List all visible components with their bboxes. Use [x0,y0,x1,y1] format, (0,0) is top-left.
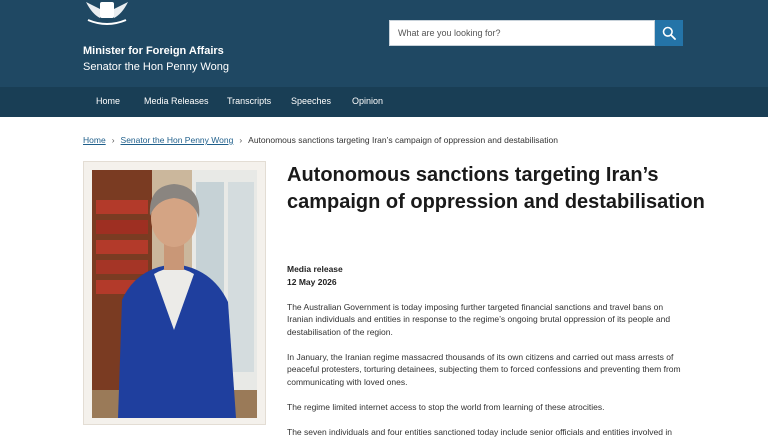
breadcrumb-home-link[interactable]: Home [83,135,106,145]
nav-item-opinion[interactable]: Opinion [352,96,383,106]
search-button[interactable] [655,20,683,46]
page-title: Autonomous sanctions targeting Iran’s ca… [287,164,705,213]
article-paragraph: In January, the Iranian regime massacred… [287,352,681,387]
article-paragraph: The seven individuals and four entities … [287,427,672,437]
article-paragraph: The regime limited internet access to st… [287,402,605,412]
nav-item-media-releases[interactable]: Media Releases [144,96,209,106]
main-nav: Home Media Releases Transcripts Speeches… [0,87,768,117]
nav-item-speeches[interactable]: Speeches [291,96,331,106]
breadcrumb-current: Autonomous sanctions targeting Iran’s ca… [248,135,558,145]
release-type-label: Media release [287,264,343,274]
search-input[interactable]: What are you looking for? [389,20,655,46]
breadcrumb-senator-link[interactable]: Senator the Hon Penny Wong [121,135,234,145]
nav-item-home[interactable]: Home [96,96,120,106]
portrait-photo [92,170,257,418]
chevron-right-icon: › [111,135,115,145]
breadcrumb: Home › Senator the Hon Penny Wong › Autonomo… [83,135,558,145]
site-header: Minister for Foreign Affairs Senator the… [0,0,768,87]
search-icon [662,26,676,40]
release-date: 12 May 2026 [287,277,337,287]
chevron-right-icon: › [239,135,243,145]
senator-name[interactable]: Senator the Hon Penny Wong [83,61,229,73]
article-paragraph: The Australian Government is today impos… [287,302,671,337]
minister-title[interactable]: Minister for Foreign Affairs [83,45,224,57]
coat-of-arms-logo[interactable] [82,0,132,26]
portrait-frame [83,161,266,425]
nav-item-transcripts[interactable]: Transcripts [227,96,271,106]
